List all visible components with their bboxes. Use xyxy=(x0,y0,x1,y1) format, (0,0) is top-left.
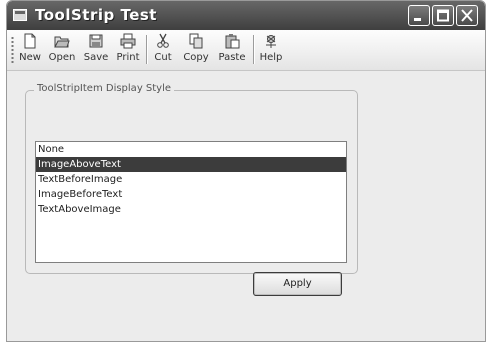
toolbar-paste-button[interactable]: Paste xyxy=(214,32,250,68)
help-icon xyxy=(266,35,276,48)
toolbar-cut-button[interactable]: Cut xyxy=(150,32,176,68)
list-item-selected[interactable]: ImageAboveText xyxy=(36,157,346,172)
toolbar-separator xyxy=(146,35,148,64)
minimize-button[interactable] xyxy=(408,5,430,26)
groupbox-title: ToolStripItem Display Style xyxy=(34,83,175,94)
toolbar-help-button[interactable]: Help xyxy=(257,32,285,68)
toolbar-open-button[interactable]: Open xyxy=(45,32,79,68)
toolbar-save-label: Save xyxy=(83,52,109,63)
title-bar[interactable]: ToolStrip Test xyxy=(7,1,485,30)
toolbar-separator xyxy=(253,35,255,64)
copy-icon xyxy=(189,33,203,49)
print-icon xyxy=(120,33,136,49)
list-item[interactable]: None xyxy=(36,142,346,157)
toolbar-print-button[interactable]: Print xyxy=(113,32,143,68)
toolbar-help-label: Help xyxy=(259,52,283,63)
toolstrip: New Open Save Print Cut Copy Paste Help xyxy=(7,30,485,71)
toolbar-print-label: Print xyxy=(116,52,140,63)
maximize-button[interactable] xyxy=(432,5,454,26)
close-icon xyxy=(461,9,473,22)
application-window: ToolStrip Test New Open Save Print Cut C… xyxy=(6,0,486,342)
save-icon xyxy=(89,34,103,48)
list-item[interactable]: TextAboveImage xyxy=(36,202,346,217)
toolbar-save-button[interactable]: Save xyxy=(80,32,112,68)
window-title: ToolStrip Test xyxy=(35,6,157,24)
app-icon xyxy=(13,9,27,21)
toolbar-new-label: New xyxy=(19,52,41,63)
cut-icon xyxy=(157,33,169,48)
list-item[interactable]: ImageBeforeText xyxy=(36,187,346,202)
list-item[interactable]: TextBeforeImage xyxy=(36,172,346,187)
toolstrip-grip-handle[interactable] xyxy=(11,36,14,64)
apply-button[interactable]: Apply xyxy=(253,272,342,296)
toolbar-open-label: Open xyxy=(48,52,76,63)
toolbar-copy-button[interactable]: Copy xyxy=(179,32,213,68)
new-file-icon xyxy=(24,33,36,49)
minimize-icon xyxy=(414,18,421,21)
toolbar-cut-label: Cut xyxy=(154,52,172,63)
paste-icon xyxy=(225,34,240,49)
close-button[interactable] xyxy=(456,5,478,26)
maximize-icon xyxy=(437,9,449,22)
toolbar-paste-label: Paste xyxy=(218,52,246,63)
toolbar-new-button[interactable]: New xyxy=(15,32,45,68)
display-style-listbox[interactable]: None ImageAboveText TextBeforeImage Imag… xyxy=(35,141,347,263)
open-folder-icon xyxy=(54,36,70,48)
toolbar-copy-label: Copy xyxy=(183,52,209,63)
